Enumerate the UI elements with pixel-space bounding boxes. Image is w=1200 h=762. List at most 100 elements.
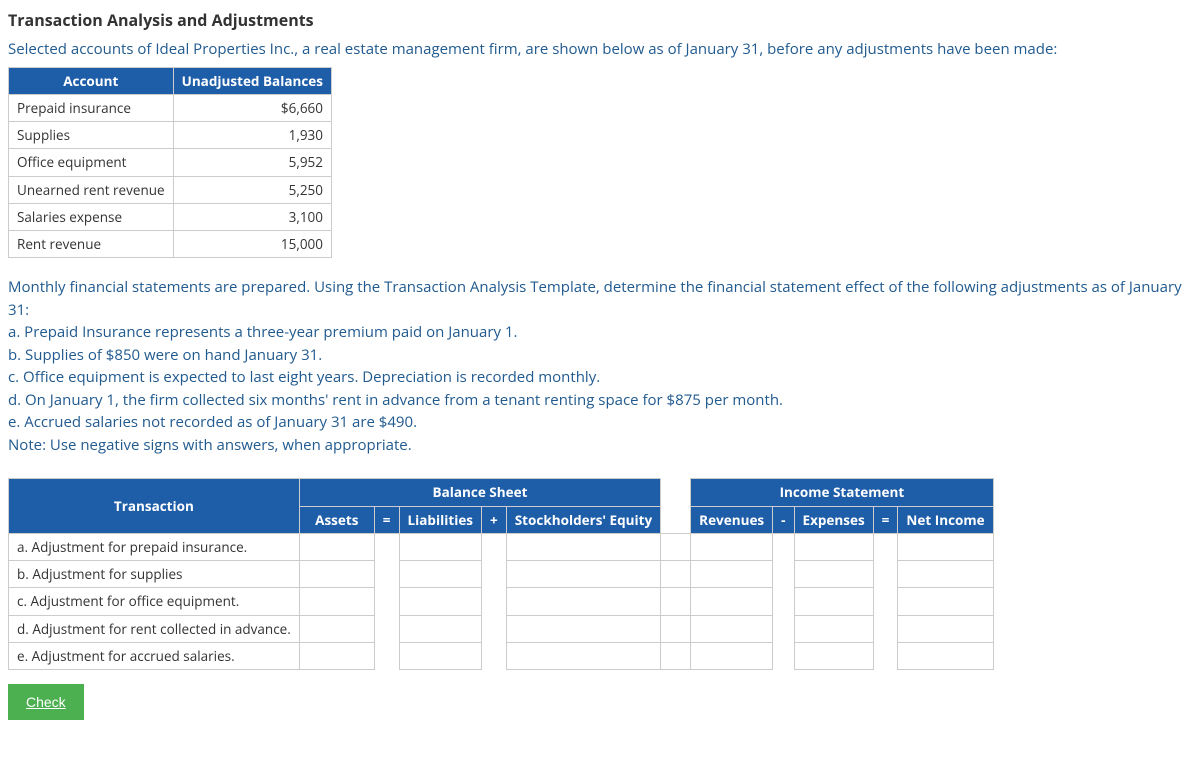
account-value: $6,660 <box>173 94 331 121</box>
amount-input[interactable] <box>515 621 573 638</box>
col-liabilities: Liabilities <box>399 506 481 533</box>
table-row: e. Adjustment for accrued salaries. <box>9 642 994 669</box>
table-row: Salaries expense3,100 <box>9 203 332 230</box>
operator-cell <box>482 561 507 588</box>
amount-input[interactable] <box>699 593 757 610</box>
table-row: d. Adjustment for rent collected in adva… <box>9 615 994 642</box>
table-row: b. Adjustment for supplies <box>9 561 994 588</box>
amount-input[interactable] <box>906 566 964 583</box>
amount-input[interactable] <box>408 648 466 665</box>
amount-input[interactable] <box>699 648 757 665</box>
instruction-item-e: e. Accrued salaries not recorded as of J… <box>8 411 1192 434</box>
amount-input[interactable] <box>699 539 757 556</box>
account-value: 1,930 <box>173 122 331 149</box>
operator-cell <box>773 642 794 669</box>
operator-cell <box>873 561 898 588</box>
amount-input[interactable] <box>408 593 466 610</box>
amount-input[interactable] <box>515 593 573 610</box>
account-name: Unearned rent revenue <box>9 176 174 203</box>
group-balance-sheet: Balance Sheet <box>299 479 660 506</box>
table-row: c. Adjustment for office equipment. <box>9 588 994 615</box>
check-button[interactable]: Check <box>8 684 84 720</box>
account-value: 5,250 <box>173 176 331 203</box>
account-value: 3,100 <box>173 203 331 230</box>
account-value: 5,952 <box>173 149 331 176</box>
col-assets: Assets <box>299 506 374 533</box>
operator-cell <box>374 642 399 669</box>
operator-cell <box>374 615 399 642</box>
operator-cell <box>482 642 507 669</box>
col-revenues: Revenues <box>691 506 773 533</box>
amount-input[interactable] <box>408 539 466 556</box>
operator-cell <box>773 615 794 642</box>
adjustments-table: Transaction Balance Sheet Income Stateme… <box>8 478 994 670</box>
amount-input[interactable] <box>699 621 757 638</box>
adjustment-label: d. Adjustment for rent collected in adva… <box>9 615 300 642</box>
instruction-item-b: b. Supplies of $850 were on hand January… <box>8 344 1192 367</box>
adjustment-label: a. Adjustment for prepaid insurance. <box>9 533 300 560</box>
separator-cell <box>661 561 691 588</box>
accounts-header-account: Account <box>9 67 174 94</box>
amount-input[interactable] <box>699 566 757 583</box>
table-row: Unearned rent revenue5,250 <box>9 176 332 203</box>
amount-input[interactable] <box>803 621 861 638</box>
account-name: Prepaid insurance <box>9 94 174 121</box>
amount-input[interactable] <box>308 539 366 556</box>
operator-cell <box>873 533 898 560</box>
operator-cell <box>773 588 794 615</box>
col-plus: + <box>482 506 507 533</box>
separator <box>661 506 691 533</box>
amount-input[interactable] <box>408 566 466 583</box>
instructions-note: Note: Use negative signs with answers, w… <box>8 434 1192 457</box>
account-name: Rent revenue <box>9 231 174 258</box>
amount-input[interactable] <box>515 566 573 583</box>
table-row: Prepaid insurance$6,660 <box>9 94 332 121</box>
operator-cell <box>873 588 898 615</box>
operator-cell <box>482 615 507 642</box>
amount-input[interactable] <box>308 621 366 638</box>
amount-input[interactable] <box>515 539 573 556</box>
account-name: Salaries expense <box>9 203 174 230</box>
operator-cell <box>873 642 898 669</box>
separator <box>661 479 691 506</box>
separator-cell <box>661 588 691 615</box>
amount-input[interactable] <box>906 593 964 610</box>
separator-cell <box>661 642 691 669</box>
amount-input[interactable] <box>803 566 861 583</box>
table-row: Supplies1,930 <box>9 122 332 149</box>
amount-input[interactable] <box>803 539 861 556</box>
operator-cell <box>482 588 507 615</box>
table-row: Rent revenue15,000 <box>9 231 332 258</box>
adjustment-label: b. Adjustment for supplies <box>9 561 300 588</box>
operator-cell <box>773 561 794 588</box>
operator-cell <box>374 588 399 615</box>
separator-cell <box>661 533 691 560</box>
amount-input[interactable] <box>515 648 573 665</box>
account-name: Supplies <box>9 122 174 149</box>
instruction-item-a: a. Prepaid Insurance represents a three-… <box>8 321 1192 344</box>
operator-cell <box>773 533 794 560</box>
amount-input[interactable] <box>408 621 466 638</box>
amount-input[interactable] <box>308 566 366 583</box>
amount-input[interactable] <box>308 593 366 610</box>
amount-input[interactable] <box>906 648 964 665</box>
amount-input[interactable] <box>906 539 964 556</box>
amount-input[interactable] <box>906 621 964 638</box>
amount-input[interactable] <box>308 648 366 665</box>
operator-cell <box>873 615 898 642</box>
adjustment-label: e. Adjustment for accrued salaries. <box>9 642 300 669</box>
col-eq2: = <box>873 506 898 533</box>
table-row: a. Adjustment for prepaid insurance. <box>9 533 994 560</box>
operator-cell <box>374 561 399 588</box>
col-netincome: Net Income <box>898 506 993 533</box>
instructions-block: Monthly financial statements are prepare… <box>8 276 1192 456</box>
amount-input[interactable] <box>803 593 861 610</box>
intro-text: Selected accounts of Ideal Properties In… <box>8 38 1192 61</box>
amount-input[interactable] <box>803 648 861 665</box>
page-title: Transaction Analysis and Adjustments <box>8 8 1192 32</box>
account-name: Office equipment <box>9 149 174 176</box>
group-income-statement: Income Statement <box>691 479 993 506</box>
accounts-header-balances: Unadjusted Balances <box>173 67 331 94</box>
col-eq1: = <box>374 506 399 533</box>
account-value: 15,000 <box>173 231 331 258</box>
